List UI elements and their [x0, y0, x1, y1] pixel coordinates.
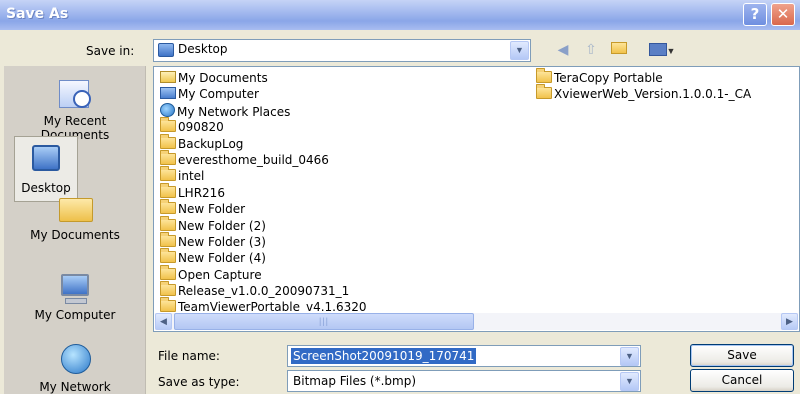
- file-name-value[interactable]: ScreenShot20091019_170741: [291, 348, 477, 364]
- places-bar: My Recent Documents Desktop My Documents…: [4, 66, 146, 394]
- list-item[interactable]: New Folder (4): [160, 248, 367, 266]
- save-button[interactable]: Save: [690, 344, 794, 367]
- place-my-network[interactable]: My Network: [4, 342, 146, 394]
- list-item[interactable]: New Folder (2): [160, 215, 367, 234]
- folder-icon: [160, 133, 176, 149]
- file-name-label: File name:: [158, 349, 220, 363]
- window-title: Save As: [6, 6, 69, 22]
- folder-icon: [536, 84, 552, 100]
- folder-icon: [160, 264, 176, 280]
- list-item[interactable]: My Computer: [160, 86, 367, 102]
- folder-icon: [160, 117, 176, 133]
- title-bar: Save As ? ✕: [0, 0, 800, 30]
- list-item[interactable]: TeraCopy Portable: [536, 68, 751, 86]
- place-my-documents[interactable]: My Documents: [4, 190, 146, 242]
- chevron-down-icon[interactable]: ▼: [510, 41, 529, 60]
- file-name: New Folder (2): [178, 218, 266, 233]
- desktop-icon: [26, 143, 66, 179]
- scroll-left-icon[interactable]: ◀: [155, 313, 172, 330]
- folder-icon: [160, 199, 176, 215]
- file-name: Open Capture: [178, 267, 262, 282]
- list-item[interactable]: everesthome_build_0466: [160, 149, 367, 168]
- file-name: 090820: [178, 120, 224, 135]
- my-documents-icon: [160, 71, 176, 83]
- list-item[interactable]: New Folder: [160, 199, 367, 217]
- save-as-type-value: Bitmap Files (*.bmp): [293, 374, 416, 388]
- file-name: Release_v1.0.0_20090731_1: [178, 284, 350, 299]
- list-item[interactable]: My Network Places: [160, 102, 367, 119]
- file-name: My Network Places: [177, 104, 291, 119]
- list-item[interactable]: BackupLog: [160, 133, 367, 152]
- place-label: My Network: [39, 380, 111, 394]
- network-places-icon: [160, 102, 175, 117]
- save-as-type-label: Save as type:: [158, 375, 240, 389]
- close-button[interactable]: ✕: [771, 3, 795, 26]
- save-in-label: Save in:: [86, 44, 135, 58]
- folder-icon: [160, 149, 176, 165]
- list-item[interactable]: XviewerWeb_Version.1.0.0.1-_CA: [536, 84, 752, 102]
- folder-icon: [160, 182, 176, 198]
- list-item[interactable]: Open Capture: [160, 264, 367, 283]
- folder-icon: [160, 215, 176, 231]
- folder-icon: [160, 231, 176, 247]
- place-my-computer[interactable]: My Computer: [4, 270, 146, 322]
- scroll-right-icon[interactable]: ▶: [781, 313, 798, 330]
- save-in-value: Desktop: [178, 42, 228, 56]
- file-list[interactable]: My Documents My Computer My Network Plac…: [153, 66, 800, 332]
- cancel-button[interactable]: Cancel: [690, 369, 794, 392]
- list-item[interactable]: LHR216: [160, 182, 367, 201]
- chevron-down-icon[interactable]: ▼: [620, 372, 639, 391]
- list-item[interactable]: intel: [160, 166, 367, 184]
- file-column-2: TeraCopy Portable XviewerWeb_Version.1.0…: [536, 68, 752, 103]
- save-as-type-select[interactable]: Bitmap Files (*.bmp) ▼: [287, 370, 641, 392]
- list-item[interactable]: New Folder (3): [160, 231, 367, 250]
- my-documents-icon: [55, 190, 95, 226]
- file-name: XviewerWeb_Version.1.0.0.1-_CA: [554, 87, 752, 102]
- file-name: TeraCopy Portable: [554, 71, 663, 85]
- view-menu-icon[interactable]: ▼: [644, 38, 680, 60]
- recent-documents-icon: [55, 76, 95, 112]
- folder-icon: [160, 248, 176, 264]
- list-item[interactable]: 090820: [160, 117, 367, 135]
- desktop-small-icon: [158, 43, 174, 57]
- list-item[interactable]: My Documents: [160, 70, 367, 86]
- file-name: New Folder (4): [178, 251, 266, 266]
- horizontal-scrollbar[interactable]: ◀ ||| ▶: [155, 313, 798, 330]
- file-name: My Documents: [178, 71, 268, 85]
- folder-icon: [536, 68, 552, 83]
- file-name: My Computer: [178, 87, 259, 102]
- save-in-combo[interactable]: Desktop ▼: [153, 39, 531, 62]
- file-column-1: My Documents My Computer My Network Plac…: [160, 70, 367, 316]
- place-label: My Computer: [34, 308, 116, 322]
- file-name: New Folder (3): [178, 234, 266, 249]
- folder-icon: [160, 166, 176, 182]
- back-icon[interactable]: ◀: [552, 38, 574, 60]
- chevron-down-icon[interactable]: ▼: [620, 347, 639, 366]
- place-my-recent-documents[interactable]: My Recent Documents: [4, 76, 146, 142]
- help-button[interactable]: ?: [743, 3, 767, 26]
- file-name: New Folder: [178, 202, 246, 217]
- folder-icon: [160, 281, 176, 297]
- place-label: My Documents: [30, 228, 120, 242]
- file-name: everesthome_build_0466: [178, 152, 329, 167]
- file-name: BackupLog: [178, 136, 244, 151]
- file-name: intel: [178, 169, 205, 184]
- file-name: LHR216: [178, 185, 225, 200]
- my-computer-icon: [55, 270, 95, 306]
- scroll-thumb[interactable]: |||: [174, 313, 474, 330]
- new-folder-icon[interactable]: [608, 38, 630, 60]
- place-label: My Recent: [43, 114, 107, 128]
- folder-icon: [160, 297, 176, 313]
- my-network-icon: [55, 342, 95, 378]
- my-computer-icon: [160, 87, 176, 100]
- file-name-field[interactable]: ScreenShot20091019_170741 ▼: [287, 345, 641, 367]
- up-folder-icon[interactable]: ⇧: [580, 38, 602, 60]
- list-item[interactable]: Release_v1.0.0_20090731_1: [160, 281, 367, 299]
